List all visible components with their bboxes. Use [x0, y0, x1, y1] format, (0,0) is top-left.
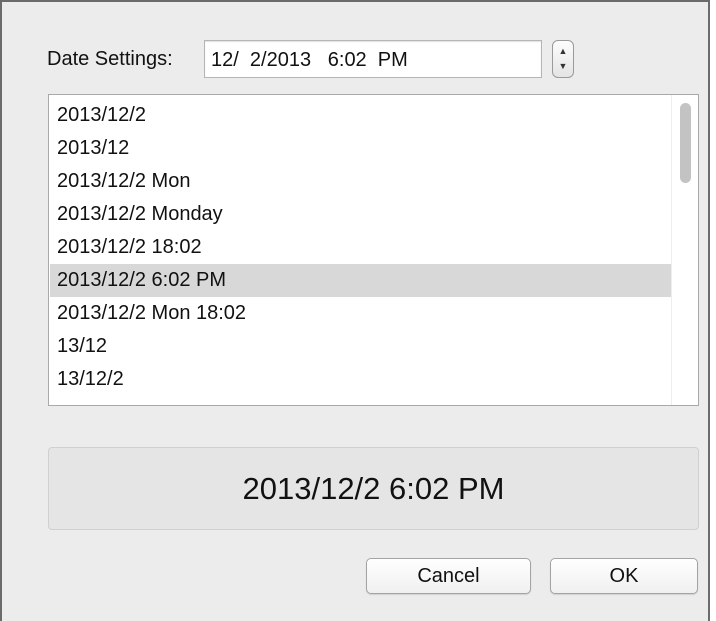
list-item[interactable]: 2013/12/2 Mon	[50, 165, 671, 198]
arrow-down-icon[interactable]: ▼	[558, 59, 568, 73]
list-item[interactable]: 2013/12/2	[50, 99, 671, 132]
list-item[interactable]: 13/12/2	[50, 363, 671, 396]
date-time-field[interactable]: 12/ 2/2013 6:02 PM	[204, 40, 542, 78]
list-item[interactable]: 2013/12/2 18:02	[50, 231, 671, 264]
date-settings-dialog: Date Settings: 12/ 2/2013 6:02 PM ▲ ▼ 20…	[0, 0, 710, 621]
list-item[interactable]: 2013/12	[50, 132, 671, 165]
ok-button[interactable]: OK	[550, 558, 698, 594]
cancel-button[interactable]: Cancel	[366, 558, 531, 594]
list-item[interactable]: 13/12	[50, 330, 671, 363]
date-preview: 2013/12/2 6:02 PM	[48, 447, 699, 530]
list-item-selected[interactable]: 2013/12/2 6:02 PM	[50, 264, 671, 297]
list-item[interactable]: 2013/12/2 Mon 18:02	[50, 297, 671, 330]
date-format-list[interactable]: 2013/12/2 2013/12 2013/12/2 Mon 2013/12/…	[48, 94, 699, 406]
date-settings-label: Date Settings:	[47, 48, 173, 70]
arrow-up-icon[interactable]: ▲	[558, 44, 568, 58]
date-stepper[interactable]: ▲ ▼	[552, 40, 574, 78]
scrollbar-thumb[interactable]	[680, 103, 691, 183]
vertical-scrollbar[interactable]	[671, 95, 698, 405]
list-item[interactable]: 2013/12/2 Monday	[50, 198, 671, 231]
